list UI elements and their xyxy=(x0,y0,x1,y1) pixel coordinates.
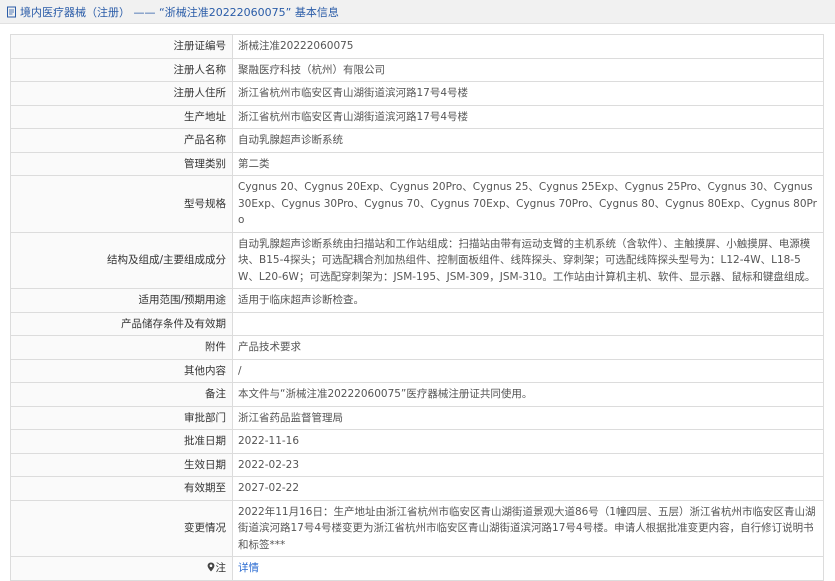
row-label: 其他内容 xyxy=(10,358,233,383)
table-row: 生产地址 浙江省杭州市临安区青山湖街道滨河路17号4号楼 xyxy=(10,104,824,129)
table-row: 注册人住所 浙江省杭州市临安区青山湖街道滨河路17号4号楼 xyxy=(10,81,824,106)
row-value: 浙江省杭州市临安区青山湖街道滨河路17号4号楼 xyxy=(232,81,824,106)
row-label: 型号规格 xyxy=(10,175,233,233)
note-label: 注 xyxy=(215,562,227,574)
row-label: 管理类别 xyxy=(10,151,233,176)
row-label: 产品名称 xyxy=(10,128,233,153)
row-label: 生产地址 xyxy=(10,104,233,129)
row-label: 批准日期 xyxy=(10,429,233,454)
table-row: 注册证编号 浙械注准20222060075 xyxy=(10,34,824,59)
row-value: / xyxy=(232,358,824,383)
page-title: 境内医疗器械（注册） —— “浙械注准20222060075” 基本信息 xyxy=(20,5,339,19)
table-row: 批准日期 2022-11-16 xyxy=(10,429,824,454)
detail-table-container: 注册证编号 浙械注准20222060075 注册人名称 聚融医疗科技（杭州）有限… xyxy=(10,34,824,581)
details-link[interactable]: 详情 xyxy=(238,562,259,574)
row-value: 浙械注准20222060075 xyxy=(232,34,824,59)
table-row: 备注 本文件与“浙械注准20222060075”医疗器械注册证共同使用。 xyxy=(10,382,824,407)
row-value: 浙江省药品监督管理局 xyxy=(232,405,824,430)
row-label: 变更情况 xyxy=(10,499,233,557)
page-header: 境内医疗器械（注册） —— “浙械注准20222060075” 基本信息 xyxy=(0,0,835,24)
table-row: 管理类别 第二类 xyxy=(10,151,824,176)
row-label: 注册证编号 xyxy=(10,34,233,59)
row-label: 适用范围/预期用途 xyxy=(10,288,233,313)
table-row: 型号规格 Cygnus 20、Cygnus 20Exp、Cygnus 20Pro… xyxy=(10,175,824,233)
table-row: 附件 产品技术要求 xyxy=(10,335,824,360)
row-label: 产品储存条件及有效期 xyxy=(10,311,233,336)
table-row: 适用范围/预期用途 适用于临床超声诊断检查。 xyxy=(10,288,824,313)
row-value: 本文件与“浙械注准20222060075”医疗器械注册证共同使用。 xyxy=(232,382,824,407)
table-row: 有效期至 2027-02-22 xyxy=(10,476,824,501)
row-value: 产品技术要求 xyxy=(232,335,824,360)
note-label-cell: 注 xyxy=(10,556,233,581)
row-label: 注册人住所 xyxy=(10,81,233,106)
table-row: 审批部门 浙江省药品监督管理局 xyxy=(10,405,824,430)
row-value: 2022-11-16 xyxy=(232,429,824,454)
detail-table: 注册证编号 浙械注准20222060075 注册人名称 聚融医疗科技（杭州）有限… xyxy=(10,34,824,581)
row-label: 生效日期 xyxy=(10,452,233,477)
row-value: 自动乳腺超声诊断系统由扫描站和工作站组成：扫描站由带有运动支臂的主机系统（含软件… xyxy=(232,231,824,289)
row-label: 附件 xyxy=(10,335,233,360)
row-value: 2022-02-23 xyxy=(232,452,824,477)
row-label: 结构及组成/主要组成成分 xyxy=(10,231,233,289)
note-value-cell: 详情 xyxy=(232,556,824,581)
row-value: 浙江省杭州市临安区青山湖街道滨河路17号4号楼 xyxy=(232,104,824,129)
row-label: 有效期至 xyxy=(10,476,233,501)
row-value: 适用于临床超声诊断检查。 xyxy=(232,288,824,313)
row-value xyxy=(232,311,824,336)
row-label: 审批部门 xyxy=(10,405,233,430)
row-label: 注册人名称 xyxy=(10,57,233,82)
table-row: 产品名称 自动乳腺超声诊断系统 xyxy=(10,128,824,153)
row-value: 2027-02-22 xyxy=(232,476,824,501)
row-value: Cygnus 20、Cygnus 20Exp、Cygnus 20Pro、Cygn… xyxy=(232,175,824,233)
table-row: 注册人名称 聚融医疗科技（杭州）有限公司 xyxy=(10,57,824,82)
row-label: 备注 xyxy=(10,382,233,407)
table-row: 其他内容 / xyxy=(10,358,824,383)
row-value: 自动乳腺超声诊断系统 xyxy=(232,128,824,153)
table-row: 生效日期 2022-02-23 xyxy=(10,452,824,477)
note-row: 注 详情 xyxy=(10,556,824,581)
table-row: 产品储存条件及有效期 xyxy=(10,311,824,336)
table-row: 结构及组成/主要组成成分 自动乳腺超声诊断系统由扫描站和工作站组成：扫描站由带有… xyxy=(10,231,824,289)
document-icon xyxy=(6,6,18,18)
row-value: 2022年11月16日：生产地址由浙江省杭州市临安区青山湖街道景观大道86号（1… xyxy=(232,499,824,557)
table-row: 变更情况 2022年11月16日：生产地址由浙江省杭州市临安区青山湖街道景观大道… xyxy=(10,499,824,557)
row-value: 聚融医疗科技（杭州）有限公司 xyxy=(232,57,824,82)
row-value: 第二类 xyxy=(232,151,824,176)
map-pin-icon xyxy=(207,561,215,572)
